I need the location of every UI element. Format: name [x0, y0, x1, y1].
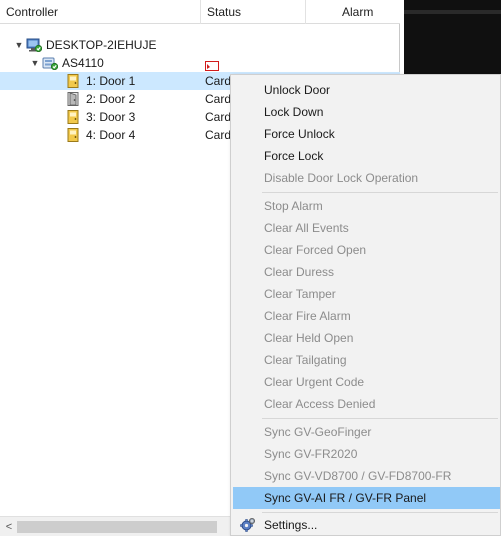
computer-icon [26, 38, 43, 53]
menu-item-lock-down[interactable]: Lock Down [233, 101, 500, 123]
menu-item-unlock-door[interactable]: Unlock Door [233, 79, 500, 101]
menu-item-disable-door-lock-operation[interactable]: Disable Door Lock Operation [233, 167, 500, 189]
tree-controller-label: AS4110 [62, 56, 104, 70]
collapse-arrow-icon[interactable]: ▼ [30, 54, 40, 72]
menu-item-sync-gv-geofinger[interactable]: Sync GV-GeoFinger [233, 421, 500, 443]
menu-item-clear-tailgating[interactable]: Clear Tailgating [233, 349, 500, 371]
tree-row-controller[interactable]: ▼ AS4110 [0, 54, 400, 72]
controller-device-icon [42, 56, 59, 71]
menu-item-settings-label: Settings... [264, 518, 318, 532]
menu-separator [262, 512, 498, 513]
scroll-left-arrow-icon[interactable]: < [2, 517, 16, 536]
door-label: 1: Door 1 [86, 74, 136, 88]
column-header-controller[interactable]: Controller [0, 0, 200, 24]
column-header-alarm[interactable]: Alarm [305, 0, 400, 24]
door-label: 4: Door 4 [86, 128, 136, 142]
collapse-arrow-icon[interactable]: ▼ [14, 36, 24, 54]
scrollbar-thumb[interactable] [17, 521, 217, 533]
column-header-status[interactable]: Status [200, 0, 305, 24]
menu-item-force-unlock[interactable]: Force Unlock [233, 123, 500, 145]
alarm-status-icon [205, 58, 219, 71]
menu-item-clear-tamper[interactable]: Clear Tamper [233, 283, 500, 305]
menu-item-clear-access-denied[interactable]: Clear Access Denied [233, 393, 500, 415]
door-icon [67, 110, 79, 124]
menu-item-force-lock[interactable]: Force Lock [233, 145, 500, 167]
tree-root-label: DESKTOP-2IEHUJE [46, 38, 157, 52]
menu-item-sync-gv-fr2020[interactable]: Sync GV-FR2020 [233, 443, 500, 465]
menu-item-clear-urgent-code[interactable]: Clear Urgent Code [233, 371, 500, 393]
video-panel-divider [404, 10, 501, 14]
door-status: Card [205, 128, 230, 142]
menu-item-clear-all-events[interactable]: Clear All Events [233, 217, 500, 239]
door-status: Card Mode [205, 74, 230, 88]
door-open-icon [67, 92, 79, 106]
menu-item-sync-gv-ai-fr[interactable]: Sync GV-AI FR / GV-FR Panel [233, 487, 500, 509]
menu-item-settings[interactable]: Settings... [233, 514, 500, 536]
menu-item-sync-gv-vd8700[interactable]: Sync GV-VD8700 / GV-FD8700-FR [233, 465, 500, 487]
door-label: 2: Door 2 [86, 92, 136, 106]
door-status: Card [205, 92, 230, 106]
menu-separator [262, 418, 498, 419]
menu-item-clear-held-open[interactable]: Clear Held Open [233, 327, 500, 349]
tree-header: Controller Status Alarm [0, 0, 400, 24]
menu-separator [262, 192, 498, 193]
tree-row-root[interactable]: ▼ DESKTOP-2IEHUJE [0, 36, 400, 54]
context-menu: Unlock Door Lock Down Force Unlock Force… [230, 74, 501, 536]
door-icon [67, 128, 79, 142]
door-icon [67, 74, 79, 88]
menu-item-clear-fire-alarm[interactable]: Clear Fire Alarm [233, 305, 500, 327]
menu-item-stop-alarm[interactable]: Stop Alarm [233, 195, 500, 217]
menu-item-clear-duress[interactable]: Clear Duress [233, 261, 500, 283]
door-status: Card [205, 110, 230, 124]
gear-icon [240, 517, 256, 533]
menu-item-clear-forced-open[interactable]: Clear Forced Open [233, 239, 500, 261]
door-label: 3: Door 3 [86, 110, 136, 124]
